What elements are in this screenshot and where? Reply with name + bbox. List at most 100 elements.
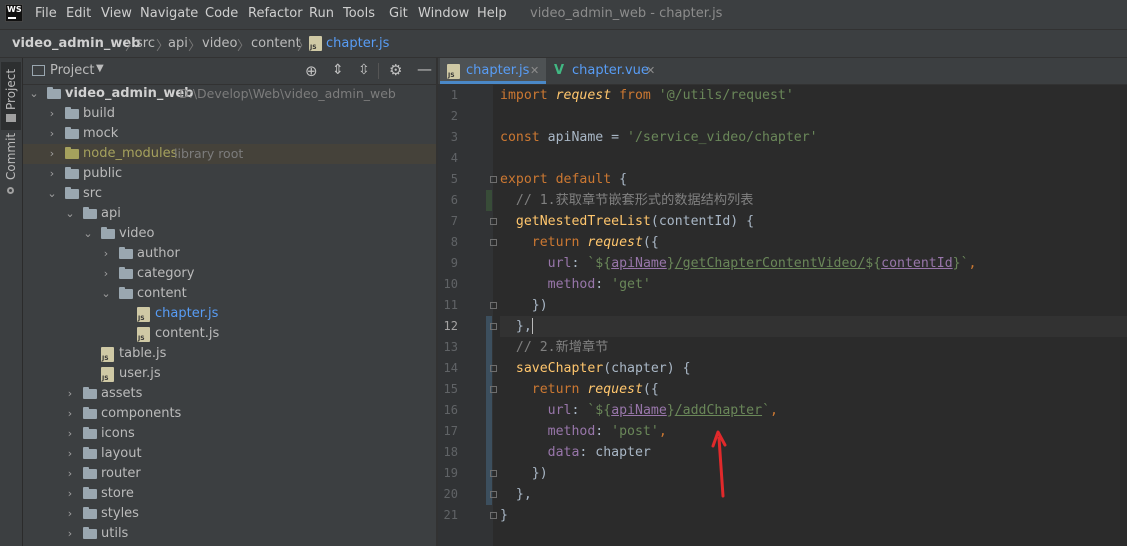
tree-item-icons[interactable]: › icons bbox=[23, 424, 436, 444]
menu-edit[interactable]: Edit bbox=[66, 6, 91, 21]
line-number: 19 bbox=[443, 466, 458, 480]
fold-icon[interactable] bbox=[490, 386, 497, 393]
fold-icon[interactable] bbox=[490, 323, 497, 330]
line-number: 7 bbox=[450, 214, 458, 228]
tree-item-user-js[interactable]: JS user.js bbox=[23, 364, 436, 384]
fold-icon[interactable] bbox=[490, 302, 497, 309]
line-number: 13 bbox=[443, 340, 458, 354]
toolbar-divider bbox=[378, 63, 379, 79]
fold-icon[interactable] bbox=[490, 470, 497, 477]
tree-item-build[interactable]: › build bbox=[23, 104, 436, 124]
collapse-all-icon[interactable]: ⇳ bbox=[358, 62, 370, 78]
menu-navigate[interactable]: Navigate bbox=[140, 6, 198, 21]
menu-window[interactable]: Window bbox=[418, 6, 469, 21]
tree-item-label: components bbox=[101, 406, 182, 421]
chevron-down-icon: ⌄ bbox=[47, 187, 57, 200]
code-line-11: }) bbox=[500, 298, 548, 313]
expand-all-icon[interactable]: ⇕ bbox=[332, 62, 344, 78]
menu-view[interactable]: View bbox=[101, 6, 132, 21]
tree-item-content[interactable]: ⌄ content bbox=[23, 284, 436, 304]
tree-item-components[interactable]: › components bbox=[23, 404, 436, 424]
tree-item-styles[interactable]: › styles bbox=[23, 504, 436, 524]
breadcrumb-api[interactable]: api bbox=[168, 36, 188, 51]
tab-chapter-js[interactable]: JS chapter.js ✕ bbox=[440, 58, 546, 84]
chevron-right-icon: › bbox=[103, 267, 109, 280]
tree-item-label: user.js bbox=[119, 366, 161, 381]
close-icon[interactable]: ✕ bbox=[646, 58, 655, 84]
chevron-down-icon: ⌄ bbox=[29, 87, 39, 100]
tree-item-table-js[interactable]: JS table.js bbox=[23, 344, 436, 364]
tree-item-src[interactable]: ⌄ src bbox=[23, 184, 436, 204]
tree-item-router[interactable]: › router bbox=[23, 464, 436, 484]
tab-chapter-vue[interactable]: V chapter.vue ✕ bbox=[548, 58, 662, 84]
library-root-note: library root bbox=[174, 146, 244, 161]
tree-item-root[interactable]: ⌄ video_admin_web D:\Develop\Web\video_a… bbox=[23, 84, 436, 104]
menu-help[interactable]: Help bbox=[477, 6, 507, 21]
fold-icon[interactable] bbox=[490, 512, 497, 519]
tree-item-label: table.js bbox=[119, 346, 167, 361]
menu-refactor[interactable]: Refactor bbox=[248, 6, 303, 21]
line-number: 5 bbox=[450, 172, 458, 186]
tree-item-content-js[interactable]: JS content.js bbox=[23, 324, 436, 344]
menu-file[interactable]: File bbox=[35, 6, 57, 21]
fold-icon[interactable] bbox=[490, 491, 497, 498]
tree-item-author[interactable]: › author bbox=[23, 244, 436, 264]
line-number: 11 bbox=[443, 298, 458, 312]
tree-item-label: store bbox=[101, 486, 134, 501]
webstorm-logo-icon: WS bbox=[5, 4, 23, 22]
fold-icon[interactable] bbox=[490, 218, 497, 225]
tree-item-label: mock bbox=[83, 126, 119, 141]
menu-code[interactable]: Code bbox=[205, 6, 238, 21]
code-line-12: }, bbox=[500, 316, 1127, 337]
code-line-19: }) bbox=[500, 466, 548, 481]
tree-item-mock[interactable]: › mock bbox=[23, 124, 436, 144]
project-view-title[interactable]: Project bbox=[50, 63, 94, 78]
menu-git[interactable]: Git bbox=[389, 6, 408, 21]
menu-run[interactable]: Run bbox=[309, 6, 334, 21]
code-area[interactable]: import request from '@/utils/request' co… bbox=[500, 85, 1127, 546]
tree-item-label: build bbox=[83, 106, 115, 121]
tree-item-assets[interactable]: › assets bbox=[23, 384, 436, 404]
locate-icon[interactable]: ⊕ bbox=[305, 62, 318, 80]
menu-tools[interactable]: Tools bbox=[343, 6, 375, 21]
tree-item-category[interactable]: › category bbox=[23, 264, 436, 284]
tree-item-api[interactable]: ⌄ api bbox=[23, 204, 436, 224]
gear-icon[interactable]: ⚙ bbox=[389, 61, 402, 79]
folder-icon bbox=[83, 387, 97, 399]
minimize-icon[interactable]: — bbox=[417, 60, 432, 78]
chevron-down-icon: ⌄ bbox=[101, 287, 111, 300]
chevron-right-icon: › bbox=[49, 127, 55, 140]
code-line-15: return request({ bbox=[531, 382, 659, 397]
code-line-7: getNestedTreeList(contentId) { bbox=[515, 214, 755, 229]
tree-item-store[interactable]: › store bbox=[23, 484, 436, 504]
fold-icon[interactable] bbox=[490, 365, 497, 372]
chevron-down-icon[interactable]: ▼ bbox=[96, 63, 104, 74]
folder-icon bbox=[83, 527, 97, 539]
line-number: 6 bbox=[450, 193, 458, 207]
vcs-added-marker[interactable] bbox=[486, 190, 492, 211]
tree-item-layout[interactable]: › layout bbox=[23, 444, 436, 464]
chevron-right-icon: › bbox=[103, 247, 109, 260]
close-icon[interactable]: ✕ bbox=[530, 58, 539, 84]
chevron-right-icon: › bbox=[67, 387, 73, 400]
breadcrumb: video_admin_web 〉 src 〉 api 〉 video 〉 co… bbox=[0, 29, 1127, 58]
breadcrumb-src[interactable]: src bbox=[136, 36, 155, 51]
tree-item-public[interactable]: › public bbox=[23, 164, 436, 184]
tree-item-node-modules[interactable]: › node_modules library root bbox=[23, 144, 436, 164]
project-view-icon bbox=[32, 65, 45, 76]
tab-commit[interactable]: Commit bbox=[1, 133, 21, 198]
breadcrumb-video[interactable]: video bbox=[202, 36, 238, 51]
tab-project[interactable]: Project bbox=[1, 62, 21, 130]
folder-icon bbox=[101, 227, 115, 239]
tree-item-chapter-js[interactable]: JS chapter.js bbox=[23, 304, 436, 324]
folder-icon bbox=[119, 287, 133, 299]
line-number: 9 bbox=[450, 256, 458, 270]
fold-icon[interactable] bbox=[490, 239, 497, 246]
tree-item-label: src bbox=[83, 186, 102, 201]
breadcrumb-project[interactable]: video_admin_web bbox=[12, 36, 140, 51]
fold-icon[interactable] bbox=[490, 176, 497, 183]
breadcrumb-content[interactable]: content bbox=[251, 36, 301, 51]
tree-item-utils[interactable]: › utils bbox=[23, 524, 436, 544]
breadcrumb-file[interactable]: chapter.js bbox=[326, 36, 389, 51]
tree-item-video[interactable]: ⌄ video bbox=[23, 224, 436, 244]
